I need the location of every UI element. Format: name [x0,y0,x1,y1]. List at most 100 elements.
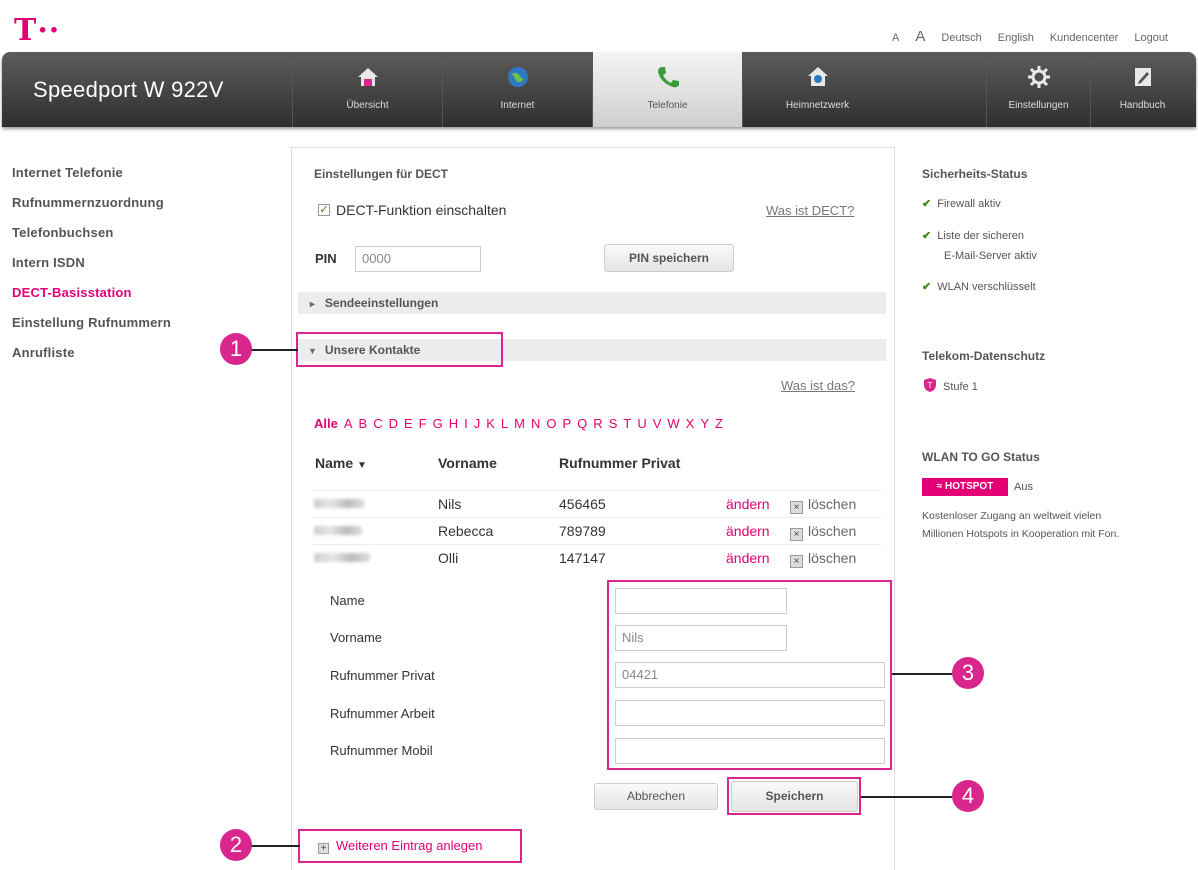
letter-filter[interactable]: M [514,416,525,431]
hotspot-description-line2: Millionen Hotspots in Kooperation mit Fo… [922,528,1120,540]
letter-filter[interactable]: A [344,416,353,431]
language-english-link[interactable]: English [998,32,1034,44]
sidebar-item-intern-isdn[interactable]: Intern ISDN [12,256,171,286]
page-title: Einstellungen für DECT [314,167,449,181]
letter-filter[interactable]: H [449,416,458,431]
sidebar-item-dect-basisstation[interactable]: DECT-Basisstation [12,286,171,316]
phone-mobile-label: Rufnummer Mobil [330,743,433,758]
blurred-name [314,526,362,535]
delete-link[interactable]: × löschen [790,550,856,568]
letter-filter[interactable]: F [419,416,427,431]
firstname-label: Vorname [330,630,383,645]
tab-internet[interactable]: Internet [442,52,592,127]
edit-link[interactable]: ändern [726,550,770,566]
letter-filter[interactable]: S [609,416,618,431]
sort-down-icon: ▼ [357,460,367,471]
letter-filter[interactable]: L [501,416,508,431]
status-mail-servers-line2: E-Mail-Server aktiv [944,250,1037,262]
highlight-box-3 [607,580,892,770]
edit-link[interactable]: ändern [726,496,770,512]
device-name: Speedport W 922V [33,77,224,102]
letter-filter[interactable]: W [667,416,679,431]
letter-filter[interactable]: O [546,416,556,431]
tab-heimnetzwerk[interactable]: Heimnetzwerk [742,52,892,127]
sidebar-item-anrufliste[interactable]: Anrufliste [12,346,171,376]
privacy-level[interactable]: T Stufe 1 [922,377,978,400]
phone-icon [655,64,681,90]
font-size-small-link[interactable]: A [892,32,899,44]
letter-filter[interactable]: T [623,416,631,431]
callout-3: 3 [952,657,984,689]
edit-link[interactable]: ändern [726,523,770,539]
delete-link[interactable]: × löschen [790,523,856,541]
blurred-name [314,553,370,562]
hotspot-description-line1: Kostenloser Zugang an weltweit vielen [922,510,1102,522]
check-icon: ✔ [922,230,932,242]
delete-icon: × [790,528,803,541]
letter-filter[interactable]: Q [577,416,587,431]
hotspot-badge[interactable]: ≈ HOTSPOT [922,478,1008,496]
tab-handbuch[interactable]: Handbuch [1090,52,1194,127]
letter-filter[interactable]: B [359,416,368,431]
letter-filter[interactable]: X [686,416,695,431]
table-row: Rebecca 789789 ändern × löschen [312,517,882,544]
highlight-box-2 [298,829,522,863]
sidebar-item-einstellung-rufnummern[interactable]: Einstellung Rufnummern [12,316,171,346]
letter-filter[interactable]: D [389,416,398,431]
sidebar-item-rufnummernzuordnung[interactable]: Rufnummernzuordnung [12,196,171,226]
language-deutsch-link[interactable]: Deutsch [941,32,981,44]
letter-filter[interactable]: U [637,416,646,431]
pin-save-button[interactable]: PIN speichern [604,244,734,272]
telekom-logo: T·· [14,13,61,48]
status-firewall: ✔ Firewall aktiv [922,198,1001,210]
letter-filter[interactable]: V [653,416,662,431]
name-label: Name [330,593,365,608]
letter-filter[interactable]: G [433,416,443,431]
letter-filter[interactable]: R [593,416,602,431]
wlan-to-go-title: WLAN TO GO Status [922,450,1040,464]
delete-link[interactable]: × löschen [790,496,856,514]
letter-filter-all[interactable]: Alle [314,416,338,431]
what-is-this-link[interactable]: Was ist das? [781,378,855,393]
letter-filter[interactable]: C [373,416,382,431]
callout-4: 4 [952,780,984,812]
tab-einstellungen[interactable]: Einstellungen [986,52,1090,127]
letter-filter[interactable]: Z [715,416,723,431]
alphabet-filter: Alle A B C D E F G H I J K L M N O P Q R… [314,416,723,431]
letter-filter[interactable]: K [486,416,495,431]
callout-1: 1 [220,333,252,365]
security-status-title: Sicherheits-Status [922,167,1028,181]
callout-line [892,673,952,675]
dect-checkbox[interactable]: ✓ [318,204,330,216]
font-size-large-link[interactable]: A [915,28,925,45]
kundencenter-link[interactable]: Kundencenter [1050,32,1119,44]
callout-line [250,845,300,847]
letter-filter[interactable]: P [563,416,572,431]
highlight-box-1 [296,332,503,367]
letter-filter[interactable]: E [404,416,413,431]
privacy-title: Telekom-Datenschutz [922,349,1046,363]
cancel-button[interactable]: Abbrechen [594,783,718,810]
letter-filter[interactable]: J [474,416,481,431]
letter-filter[interactable]: Y [700,416,709,431]
sidebar-item-telefonbuchsen[interactable]: Telefonbuchsen [12,226,171,256]
letter-filter[interactable]: N [531,416,540,431]
wifi-icon: ≈ [936,481,945,492]
tab-uebersicht[interactable]: Übersicht [292,52,442,127]
section-sendeeinstellungen[interactable]: ► Sendeeinstellungen [298,292,886,314]
callout-line [861,796,952,798]
pin-input[interactable]: 0000 [355,246,481,272]
sidebar-menu: Internet Telefonie Rufnummernzuordnung T… [12,166,171,376]
home-network-icon [805,64,831,90]
sidebar-item-internet-telefonie[interactable]: Internet Telefonie [12,166,171,196]
manual-icon [1130,64,1156,90]
shield-icon: T [922,377,938,400]
column-header-name[interactable]: Name ▼ [315,455,367,471]
logout-link[interactable]: Logout [1134,32,1168,44]
house-icon [355,64,381,90]
letter-filter[interactable]: I [464,416,468,431]
tab-telefonie[interactable]: Telefonie [592,52,742,127]
check-icon: ✔ [922,281,932,293]
top-links: A A Deutsch English Kundencenter Logout [892,28,1168,45]
what-is-dect-link[interactable]: Was ist DECT? [766,203,854,218]
